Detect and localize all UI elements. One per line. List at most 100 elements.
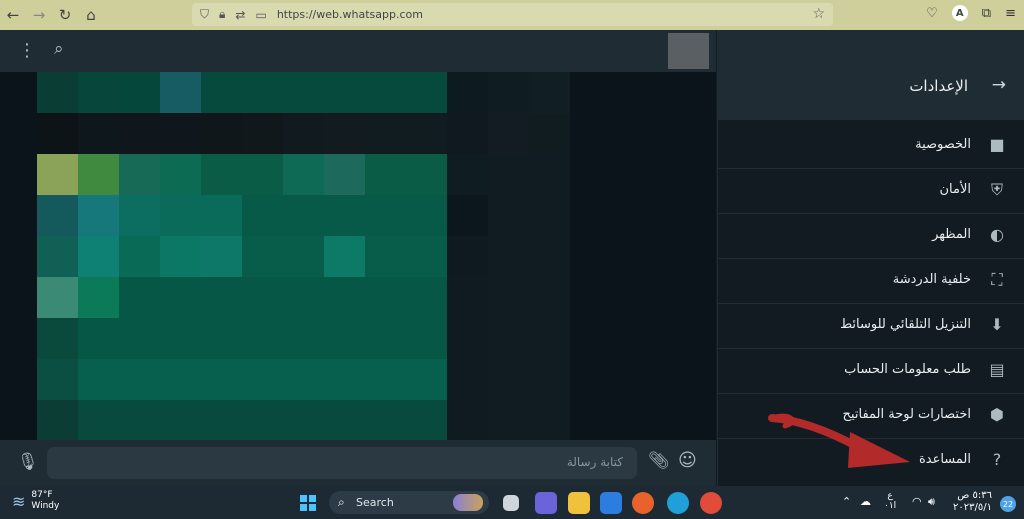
image-pixel <box>78 195 119 236</box>
edge-icon[interactable] <box>667 492 689 514</box>
image-pixel <box>365 195 406 236</box>
chevron-up-icon[interactable]: ⌃ <box>842 495 851 508</box>
image-pixel <box>324 154 365 195</box>
image-pixel <box>78 318 119 359</box>
permissions-icon[interactable]: ⇄ <box>235 8 245 22</box>
message-placeholder: كتابة رسالة <box>566 455 623 469</box>
task-view-icon[interactable] <box>503 495 519 511</box>
image-pixel <box>283 359 324 400</box>
image-pixel <box>201 359 242 400</box>
setting-item-request-account-info[interactable]: طلب معلومات الحساب ▤ <box>718 350 1024 394</box>
image-pixel <box>529 318 570 359</box>
setting-item-media-auto-download[interactable]: التنزيل التلقائي للوسائط ⬇ <box>718 305 1024 349</box>
weather-widget[interactable]: ≋ 87°F Windy <box>12 490 59 512</box>
bookmark-star-icon[interactable]: ☆ <box>812 6 825 22</box>
file-explorer-icon[interactable] <box>568 492 590 514</box>
image-pixel <box>78 277 119 318</box>
image-pixel <box>201 72 242 113</box>
image-pixel <box>529 113 570 154</box>
image-pixel <box>488 277 529 318</box>
home-icon[interactable]: ⌂ <box>78 0 104 30</box>
language-indicator[interactable]: ع ا٠١ <box>884 491 896 511</box>
windows-start-icon[interactable] <box>300 495 316 511</box>
extensions-icon[interactable]: ⧉ <box>982 6 991 21</box>
image-pixel <box>37 400 78 440</box>
search-icon[interactable]: ⌕ <box>54 39 64 59</box>
lock-icon: ■ <box>989 135 1005 154</box>
wifi-icon[interactable]: ◠ <box>912 495 922 508</box>
forward-icon[interactable]: → <box>26 0 52 30</box>
image-pixel <box>160 318 201 359</box>
image-pixel <box>160 359 201 400</box>
attach-icon[interactable]: 📎︎ <box>648 451 670 471</box>
divider <box>718 258 1024 259</box>
image-pixel <box>242 154 283 195</box>
account-avatar-icon[interactable]: A <box>951 5 968 21</box>
taskbar-search[interactable]: ⌕ Search <box>329 491 489 514</box>
image-pixel <box>283 236 324 277</box>
emoji-icon[interactable]: ☺ <box>678 450 697 471</box>
image-pixel <box>488 154 529 195</box>
image-pixel <box>160 72 201 113</box>
clock[interactable]: ٥:٣٦ ص ٢٠٢٣/٥/١ <box>953 490 992 514</box>
more-options-icon[interactable]: ⋮ <box>18 40 36 61</box>
clock-time: ٥:٣٦ ص <box>957 490 992 501</box>
setting-item-help[interactable]: المساعدة ? <box>718 440 1024 484</box>
image-pixel <box>365 277 406 318</box>
image-pixel <box>324 277 365 318</box>
image-pixel <box>37 154 78 195</box>
back-icon[interactable]: ← <box>0 0 26 30</box>
image-pixel <box>160 277 201 318</box>
setting-item-security[interactable]: الأمان ⛨ <box>718 170 1024 214</box>
image-pixel <box>365 318 406 359</box>
setting-item-privacy[interactable]: الخصوصية ■ <box>718 125 1024 169</box>
firefox-icon[interactable] <box>632 492 654 514</box>
setting-item-keyboard-shortcuts[interactable]: اختصارات لوحة المفاتيح ⬢ <box>718 395 1024 439</box>
keyboard-shortcuts-icon: ⬢ <box>990 405 1004 424</box>
weather-tray-icon[interactable]: ☁ <box>860 495 871 508</box>
setting-label: المظهر <box>932 227 971 242</box>
image-pixel <box>447 400 488 440</box>
divider <box>718 348 1024 349</box>
image-pixel <box>365 154 406 195</box>
contact-avatar[interactable] <box>668 33 709 69</box>
setting-item-wallpaper[interactable]: خلفية الدردشة ⛶ <box>718 260 1024 304</box>
pixelated-image[interactable] <box>0 72 716 440</box>
image-pixel <box>447 72 488 113</box>
pocket-icon[interactable]: ♡ <box>926 6 938 21</box>
volume-icon[interactable]: 🔊︎ <box>928 495 935 509</box>
microphone-icon[interactable]: 🎙︎ <box>17 452 39 472</box>
message-input[interactable]: كتابة رسالة <box>47 447 637 479</box>
setting-item-theme[interactable]: المظهر ◐ <box>718 215 1024 259</box>
image-pixel <box>78 72 119 113</box>
search-label: Search <box>356 496 394 509</box>
image-pixel <box>529 72 570 113</box>
image-pixel <box>160 195 201 236</box>
setting-label: اختصارات لوحة المفاتيح <box>842 407 971 422</box>
image-pixel <box>365 72 406 113</box>
image-pixel <box>406 154 447 195</box>
microsoft-store-icon[interactable] <box>600 492 622 514</box>
image-pixel <box>529 359 570 400</box>
setting-label: التنزيل التلقائي للوسائط <box>840 317 971 332</box>
search-icon: ⌕ <box>338 495 345 509</box>
camera-off-icon[interactable]: ▭ <box>255 8 266 22</box>
image-pixel <box>488 113 529 154</box>
settings-panel: الإعدادات → الخصوصية ■ الأمان ⛨ المظهر ◐… <box>717 30 1024 486</box>
image-pixel <box>242 359 283 400</box>
address-bar[interactable]: ⛉ 🔒︎ ⇄ ▭ https://web.whatsapp.com ☆ <box>192 3 833 26</box>
chrome-icon[interactable] <box>700 492 722 514</box>
help-icon: ? <box>992 450 1002 469</box>
teams-icon[interactable] <box>535 492 557 514</box>
image-pixel <box>37 236 78 277</box>
reload-icon[interactable]: ↻ <box>52 0 78 30</box>
image-pixel <box>119 195 160 236</box>
image-pixel <box>37 277 78 318</box>
divider <box>718 438 1024 439</box>
image-pixel <box>365 236 406 277</box>
image-pixel <box>119 236 160 277</box>
back-arrow-icon[interactable]: → <box>992 75 1006 95</box>
image-pixel <box>160 400 201 440</box>
notification-badge[interactable]: 22 <box>1000 496 1016 512</box>
hamburger-menu-icon[interactable]: ≡ <box>1005 6 1016 21</box>
